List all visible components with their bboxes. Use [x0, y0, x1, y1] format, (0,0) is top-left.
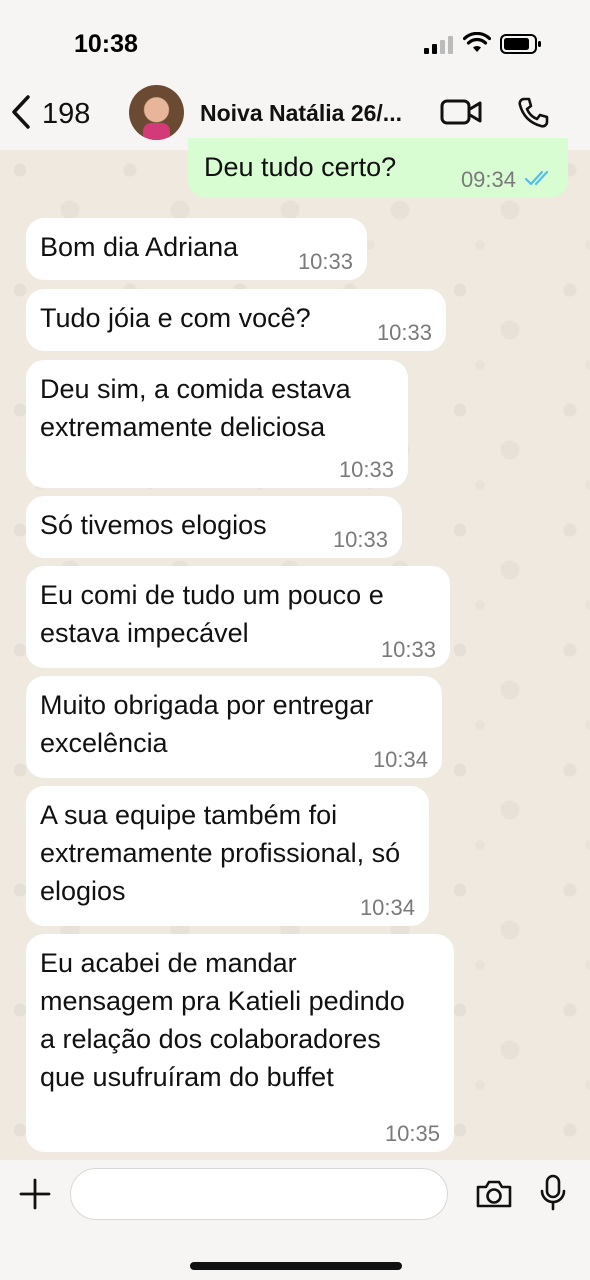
message-time: 10:33 [376, 320, 432, 345]
message-bubble-outgoing[interactable]: Deu tudo certo? 09:34 [188, 138, 568, 198]
message-bubble-incoming[interactable]: Bom dia Adriana 10:33 [26, 218, 367, 280]
message-time: 10:33 [338, 457, 394, 482]
message-time: 09:34 [460, 167, 516, 192]
cellular-signal-icon [424, 34, 454, 54]
phone-icon[interactable] [516, 96, 550, 135]
message-text: Muito obrigada por entregar excelência [40, 690, 374, 758]
message-bubble-incoming[interactable]: A sua equipe também foi extremamente pro… [26, 786, 429, 926]
message-time: 10:33 [380, 637, 436, 662]
message-text: Eu acabei de mandar mensagem pra Katieli… [40, 948, 405, 1092]
message-input-bar [0, 1160, 590, 1280]
message-meta: 09:34 [461, 168, 554, 192]
message-time: 10:34 [372, 747, 428, 772]
wifi-icon [462, 31, 492, 59]
message-bubble-incoming[interactable]: Eu comi de tudo um pouco e estava impecá… [26, 566, 450, 668]
message-text: Deu sim, a comida estava extremamente de… [40, 374, 351, 442]
message-bubble-incoming[interactable]: Muito obrigada por entregar excelência 1… [26, 676, 442, 778]
message-bubble-incoming[interactable]: Eu acabei de mandar mensagem pra Katieli… [26, 934, 454, 1152]
message-time: 10:34 [359, 895, 415, 920]
microphone-icon[interactable] [540, 1174, 566, 1217]
plus-icon[interactable] [18, 1177, 52, 1216]
message-list[interactable]: Deu tudo certo? 09:34 Bom dia Adriana 10… [0, 138, 590, 1160]
video-call-icon[interactable] [440, 98, 482, 131]
message-bubble-incoming[interactable]: Deu sim, a comida estava extremamente de… [26, 360, 408, 488]
message-time: 10:33 [332, 527, 388, 552]
contact-avatar[interactable] [129, 85, 184, 140]
battery-icon [500, 34, 542, 59]
camera-icon[interactable] [474, 1178, 514, 1215]
message-text: Eu comi de tudo um pouco e estava impecá… [40, 580, 384, 648]
message-text: Tudo jóia e com você? [40, 303, 311, 333]
message-bubble-incoming[interactable]: Só tivemos elogios 10:33 [26, 496, 402, 558]
double-check-read-icon [524, 168, 554, 192]
unread-count: 198 [42, 97, 91, 130]
back-button[interactable]: 198 [10, 92, 90, 136]
contact-name[interactable]: Noiva Natália 26/... [200, 100, 402, 127]
status-bar: 10:38 [0, 0, 590, 80]
message-time: 10:33 [297, 249, 353, 274]
message-bubble-incoming[interactable]: Tudo jóia e com você? 10:33 [26, 289, 446, 351]
status-time: 10:38 [74, 30, 138, 58]
home-indicator [190, 1262, 402, 1270]
message-input[interactable] [70, 1168, 448, 1220]
message-text: A sua equipe também foi extremamente pro… [40, 800, 401, 906]
message-time: 10:35 [384, 1121, 440, 1146]
chevron-left-icon [10, 94, 32, 135]
